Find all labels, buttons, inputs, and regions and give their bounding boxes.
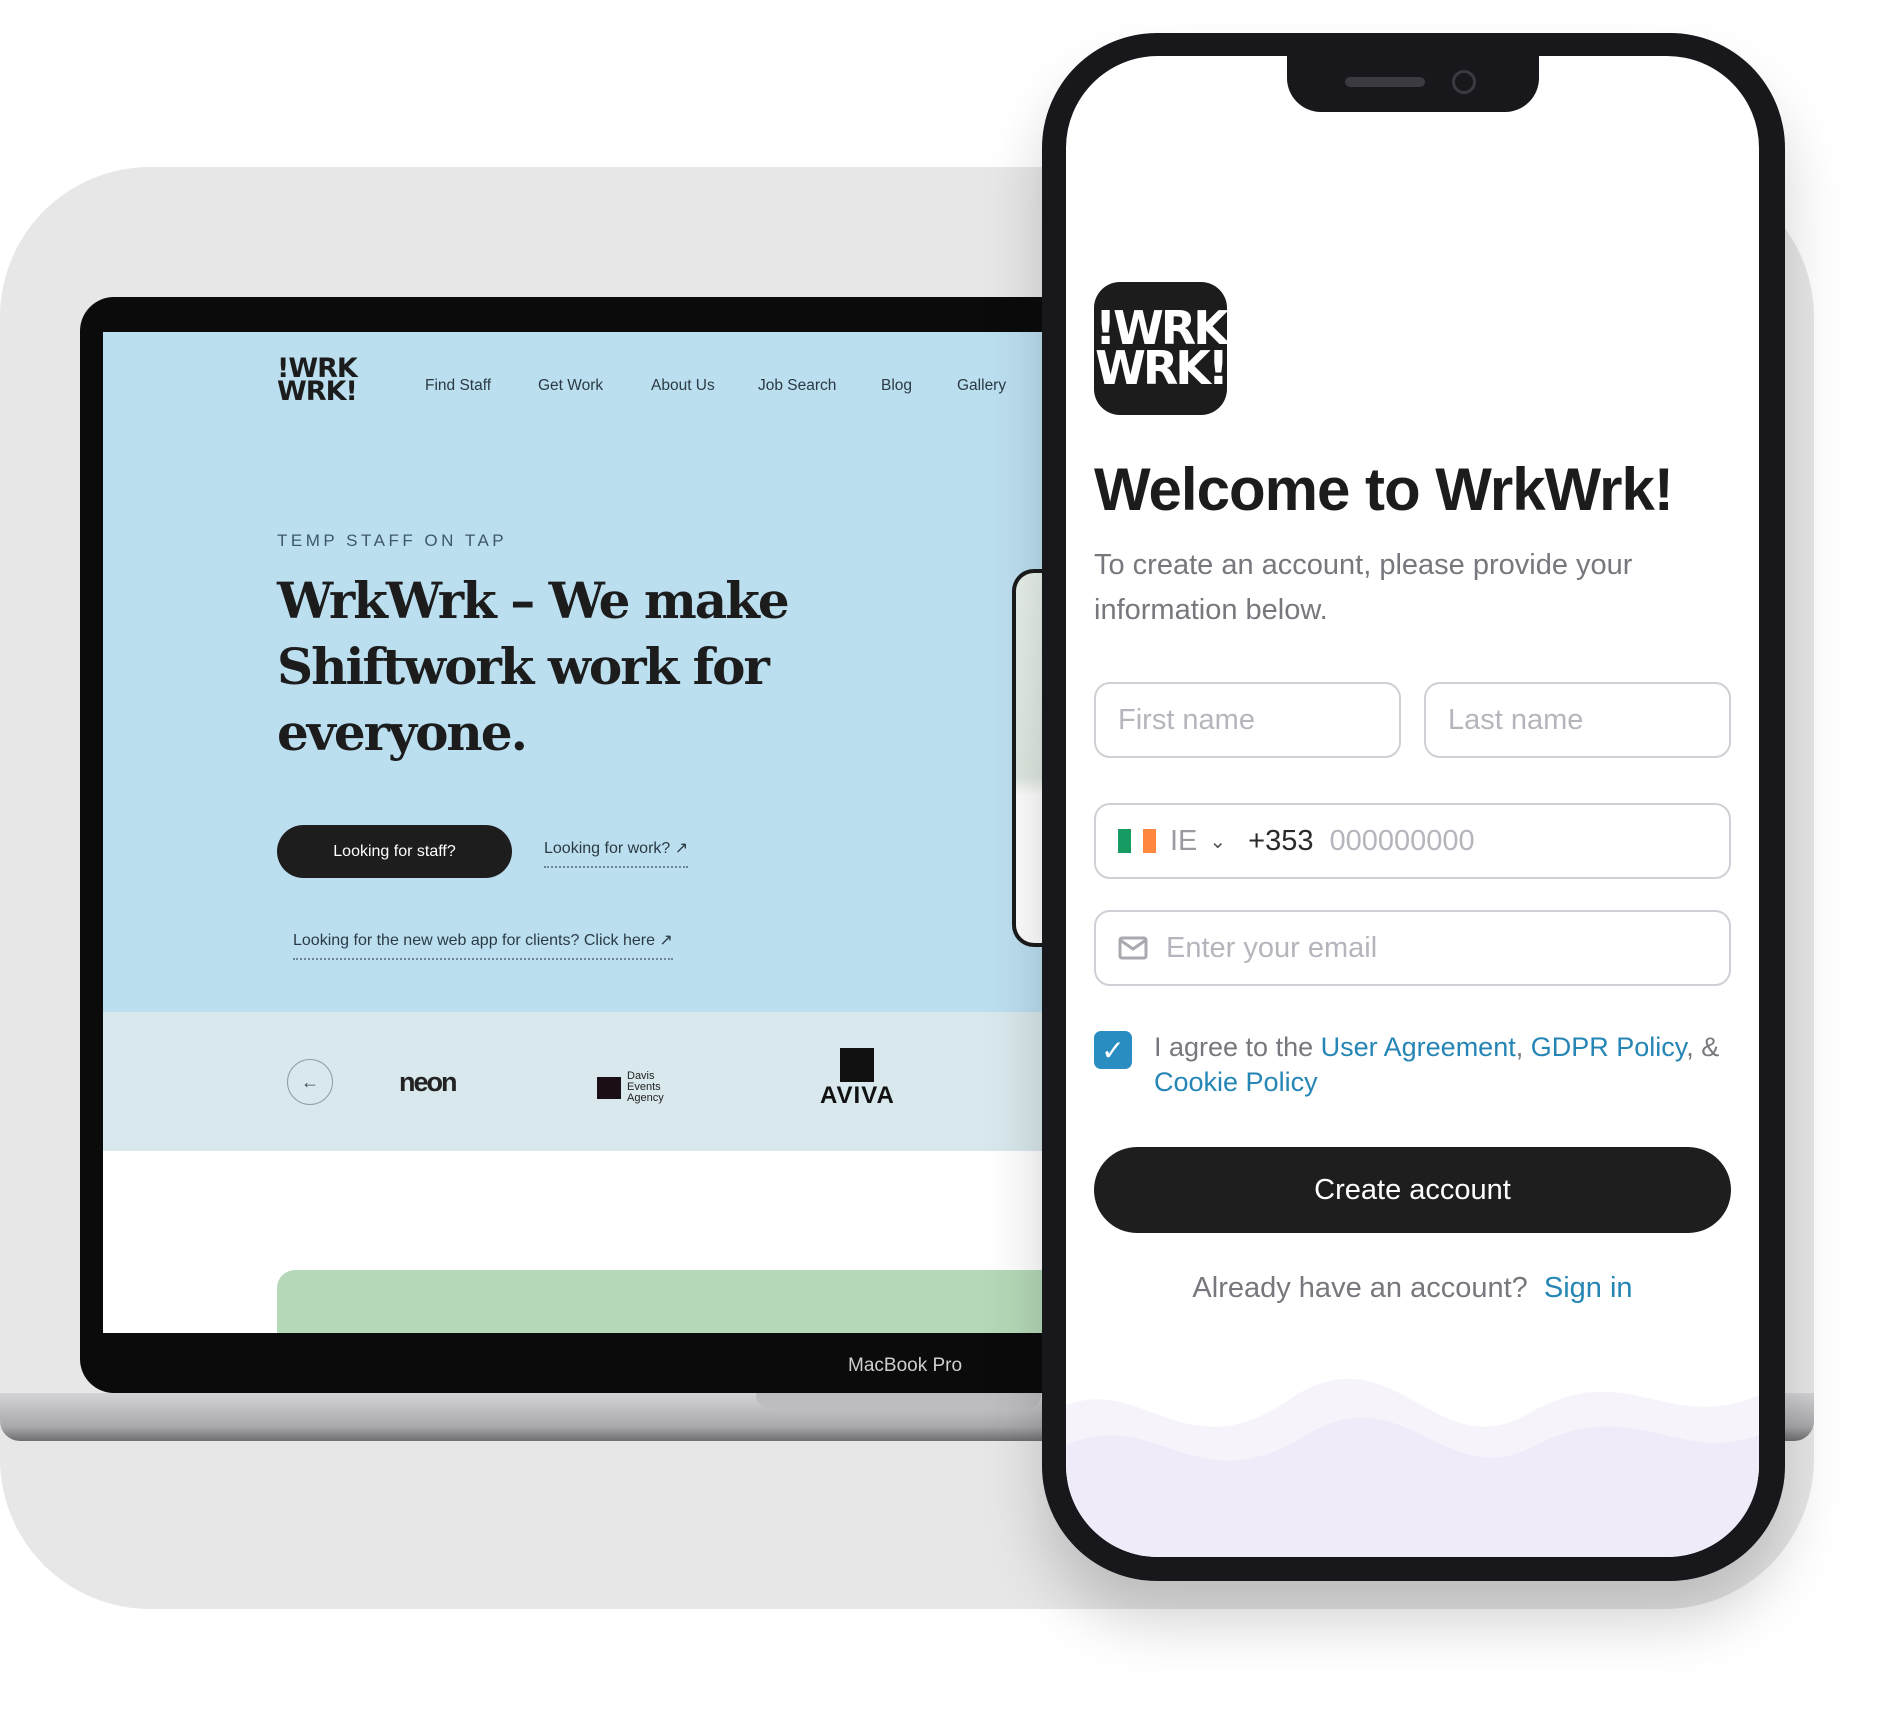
laptop-hinge-notch [756, 1393, 1041, 1409]
last-name-placeholder: Last name [1448, 703, 1584, 736]
app-logo: !WRK WRK! [1094, 282, 1229, 415]
email-placeholder: Enter your email [1166, 931, 1378, 964]
davis-text: Davis Events Agency [627, 1070, 664, 1104]
email-input[interactable]: Enter your email [1094, 910, 1731, 986]
dial-code: +353 [1248, 824, 1314, 857]
speaker-grille [1345, 77, 1425, 87]
nav-get-work[interactable]: Get Work [538, 377, 603, 395]
country-select[interactable]: IE [1170, 825, 1197, 858]
gdpr-policy-link[interactable]: GDPR Policy [1531, 1032, 1687, 1062]
client-web-app-link[interactable]: Looking for the new web app for clients?… [293, 930, 673, 960]
user-agreement-link[interactable]: User Agreement [1321, 1032, 1516, 1062]
laptop-screen: !WRK WRK! Find Staff Get Work About Us J… [103, 332, 1063, 1333]
first-name-input[interactable]: First name [1094, 682, 1401, 758]
agree-prefix: I agree to the [1154, 1032, 1321, 1062]
chevron-down-icon[interactable]: ⌄ [1209, 829, 1226, 854]
cookie-policy-link[interactable]: Cookie Policy [1154, 1067, 1318, 1097]
create-account-button[interactable]: Create account [1094, 1147, 1731, 1233]
carousel-prev-button[interactable]: ← [287, 1059, 333, 1105]
partner-logo-davis: Davis Events Agency [597, 1071, 687, 1104]
phone-number-input[interactable]: IE ⌄ +353 000000000 [1094, 803, 1731, 879]
feature-card [277, 1270, 1063, 1333]
sign-in-prompt: Already have an account? Sign in [1066, 1272, 1759, 1305]
arrow-left-icon: ← [301, 1071, 319, 1092]
nav-blog[interactable]: Blog [881, 377, 912, 395]
logo-line: WRK! [277, 375, 358, 407]
site-logo[interactable]: !WRK WRK! [277, 355, 358, 407]
mail-icon [1118, 936, 1148, 960]
hero-headline: WrkWrk – We make Shiftwork work for ever… [277, 571, 790, 762]
sign-in-link[interactable]: Sign in [1544, 1272, 1633, 1304]
aviva-text: AVIVA [820, 1082, 895, 1109]
nav-find-staff[interactable]: Find Staff [425, 377, 491, 395]
welcome-subtitle: To create an account, please provide you… [1094, 549, 1633, 626]
aviva-mark-icon [840, 1048, 875, 1082]
nav-job-search[interactable]: Job Search [758, 377, 836, 395]
partner-logos-band [103, 1012, 1063, 1151]
last-name-input[interactable]: Last name [1424, 682, 1731, 758]
agree-checkbox[interactable]: ✓ [1094, 1031, 1132, 1069]
already-text: Already have an account? [1192, 1272, 1528, 1304]
eyebrow-text: TEMP STAFF ON TAP [277, 531, 508, 550]
nav-about-us[interactable]: About Us [651, 377, 715, 395]
looking-for-work-link[interactable]: Looking for work? ↗ [544, 838, 689, 868]
partner-logo-neon: neon [399, 1067, 457, 1097]
front-camera-icon [1452, 70, 1476, 94]
logo-line: WRK! [1095, 340, 1229, 395]
agree-text: I agree to the User Agreement, GDPR Poli… [1154, 1032, 1720, 1097]
macbook-label: MacBook Pro [848, 1355, 963, 1376]
ireland-flag-icon [1118, 829, 1157, 853]
davis-mark-icon [597, 1076, 621, 1099]
first-name-placeholder: First name [1118, 703, 1255, 736]
wave-decoration [1066, 1378, 1759, 1557]
checkmark-icon: ✓ [1101, 1034, 1125, 1066]
welcome-title: Welcome to WrkWrk! [1094, 456, 1674, 523]
nav-gallery[interactable]: Gallery [957, 377, 1006, 395]
phone-placeholder: 000000000 [1329, 824, 1475, 857]
looking-for-staff-button[interactable]: Looking for staff? [277, 825, 512, 878]
partner-logo-aviva: AVIVA [820, 1048, 895, 1110]
